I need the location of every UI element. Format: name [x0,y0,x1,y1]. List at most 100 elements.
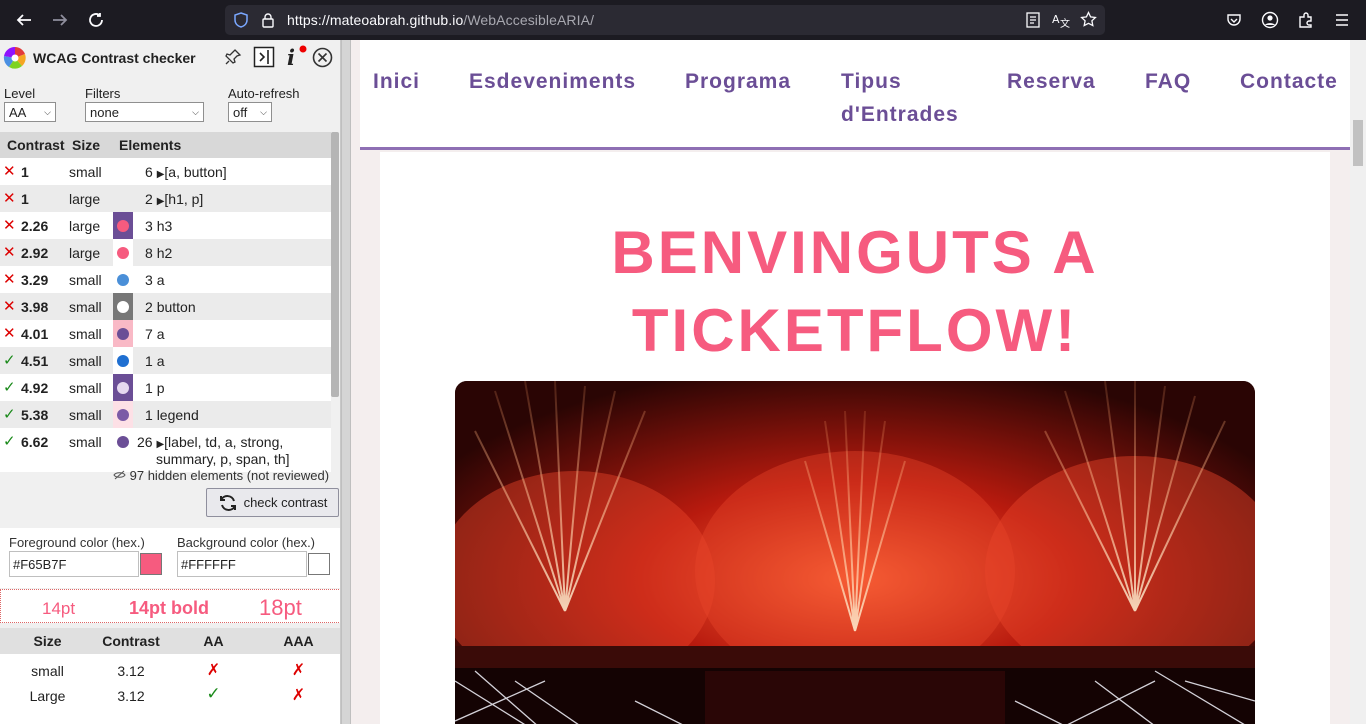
result-row[interactable]: ✕ 1 large 2 ▶[h1, p] [0,185,331,212]
results-scrollbar[interactable] [331,132,339,397]
color-dot [117,300,129,313]
background-input[interactable]: #FFFFFF [177,551,307,577]
page-scrollbar-thumb[interactable] [1353,120,1363,166]
summary-size: small [31,663,64,679]
translate-icon[interactable]: A文 [1052,12,1070,28]
reload-icon[interactable] [85,9,107,31]
summary-row-small: small 3.12 ✗ ✗ [0,659,340,684]
text-preview: 14pt 14pt bold 18pt [0,589,340,623]
foreground-swatch[interactable] [140,553,162,575]
pocket-icon[interactable] [1223,9,1245,31]
extensions-icon[interactable] [1295,9,1317,31]
back-icon[interactable] [13,9,35,31]
result-row[interactable]: ✓ 4.51 small 1 a [0,347,331,374]
size-value: small [69,164,102,180]
color-swatch [113,239,133,266]
color-dot [117,246,129,259]
color-dot [117,354,129,367]
autorefresh-select[interactable]: off ⌵ [228,102,272,122]
element-count: 26 [137,434,153,450]
elements-cell: 1 legend [145,407,199,423]
size-value: small [69,326,102,342]
svg-text:A: A [1052,13,1060,26]
element-tags: h3 [156,218,173,234]
preview-14pt-bold: 14pt bold [129,598,209,618]
nav-link-tipus-entrades[interactable]: Tipus d'Entrades [841,65,981,131]
elements-cell[interactable]: 2 ▶[h1, p] [145,191,203,207]
nav-link-contacte[interactable]: Contacte [1240,65,1338,98]
contrast-column-header[interactable]: Contrast [7,137,65,153]
element-count: 3 [145,218,153,234]
preview-18pt: 18pt [259,595,302,620]
url-bar[interactable]: https://mateoabrah.github.io/WebAccesibl… [225,5,1105,35]
results-list: ✕ 1 small 6 ▶[a, button] ✕ 1 large 2 ▶[h1, p] ✕ 2… [0,158,331,472]
account-icon[interactable] [1259,9,1281,31]
url-text[interactable]: https://mateoabrah.github.io/WebAccesibl… [287,12,594,28]
color-dot [117,219,129,232]
nav-link-faq[interactable]: FAQ [1145,65,1191,98]
foreground-label: Foreground color (hex.) [9,535,145,550]
filters-value: none [90,104,119,120]
result-row[interactable]: ✕ 4.01 small 7 a [0,320,331,347]
elements-cell: 7 a [145,326,164,342]
result-row[interactable]: ✕ 3.98 small 2 button [0,293,331,320]
element-tags: legend [156,407,199,423]
size-value: small [69,353,102,369]
result-row[interactable]: ✓ 6.62 small 26 ▶[label, td, a, strong, summ… [0,428,331,472]
filters-label: Filters [85,86,121,101]
dock-side-icon[interactable] [253,46,275,68]
color-dot [117,381,129,394]
info-icon[interactable]: i [284,45,308,69]
result-row[interactable]: ✕ 2.26 large 3 h3 [0,212,331,239]
background-swatch[interactable] [308,553,330,575]
forward-icon[interactable] [49,9,71,31]
result-row[interactable]: ✓ 4.92 small 1 p [0,374,331,401]
nav-link-esdeveniments[interactable]: Esdeveniments [469,65,636,98]
result-row[interactable]: ✓ 5.38 small 1 legend [0,401,331,428]
eye-slash-icon [113,470,126,480]
nav-link-reserva[interactable]: Reserva [1007,65,1096,98]
element-tags: a [156,353,165,369]
summary-size: Large [29,688,66,704]
sidebar-splitter[interactable] [341,40,351,724]
menu-icon[interactable] [1331,9,1353,31]
tracking-shield-icon[interactable] [233,12,249,28]
element-tags: [h1, p] [164,191,204,207]
reader-view-icon[interactable] [1025,12,1041,28]
elements-cell: 3 h3 [145,218,172,234]
foreground-input[interactable]: #F65B7F [9,551,139,577]
lock-icon[interactable] [260,12,276,28]
result-row[interactable]: ✕ 2.92 large 8 h2 [0,239,331,266]
check-contrast-button[interactable]: check contrast [206,488,339,517]
nav-link-inici[interactable]: Inici [373,65,420,98]
svg-text:文: 文 [1060,17,1070,28]
element-count: 7 [145,326,153,342]
fail-icon: ✕ [3,244,16,261]
nav-link-programa[interactable]: Programa [685,65,791,98]
fail-icon: ✕ [3,325,16,342]
element-count: 8 [145,245,153,261]
result-row[interactable]: ✕ 1 small 6 ▶[a, button] [0,158,331,185]
close-icon[interactable] [312,47,333,68]
elements-cell[interactable]: 6 ▶[a, button] [145,164,227,180]
bookmark-star-icon[interactable] [1080,11,1097,28]
page-scrollbar[interactable] [1350,40,1366,724]
color-dot [117,435,129,448]
element-tags: h2 [156,245,173,261]
element-tags: button [156,299,196,315]
filters-select[interactable]: none ⌵ [85,102,204,122]
elements-cell[interactable]: 26 ▶[label, td, a, strong, [137,434,283,450]
fail-icon: ✕ [3,190,16,207]
element-count: 2 [145,191,153,207]
fail-icon: ✕ [3,163,16,180]
pin-icon[interactable] [224,48,242,66]
size-column-header[interactable]: Size [72,137,100,153]
elements-cell: 8 h2 [145,245,172,261]
sidebar-header: WCAG Contrast checker i [0,40,340,76]
contrast-value: 4.01 [21,326,49,342]
elements-column-header[interactable]: Elements [119,137,181,153]
elements-cell: 2 button [145,299,196,315]
result-row[interactable]: ✕ 3.29 small 3 a [0,266,331,293]
level-select[interactable]: AA ⌵ [4,102,56,122]
results-header: Contrast Size Elements [0,132,331,158]
